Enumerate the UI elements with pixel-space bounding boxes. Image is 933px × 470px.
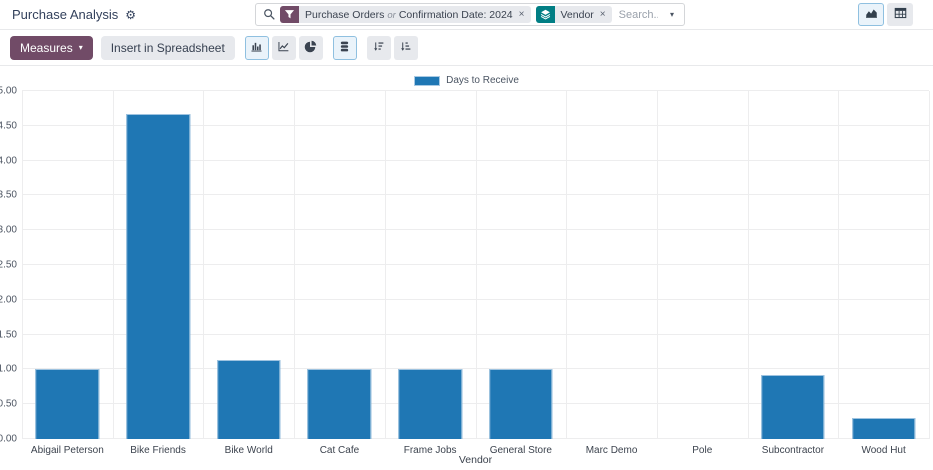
search-input[interactable] [617, 8, 660, 22]
stacked-icon [338, 40, 351, 56]
chart-type-group [245, 36, 323, 60]
view-switcher [858, 3, 913, 26]
y-tick-label: 0.50 [0, 399, 17, 410]
bar-chart-button[interactable] [245, 36, 269, 60]
chart-legend[interactable]: Days to Receive [0, 75, 933, 86]
pivot-view-button[interactable] [887, 3, 913, 26]
sort-descending-icon [372, 40, 385, 56]
control-toolbar: Measures ▾ Insert in Spreadsheet [0, 30, 933, 66]
stacked-group [333, 36, 357, 60]
graph-view-button[interactable] [858, 3, 884, 26]
y-tick-label: 0.00 [0, 434, 17, 445]
v-gridline [385, 91, 386, 439]
insert-in-spreadsheet-button[interactable]: Insert in Spreadsheet [101, 36, 235, 60]
facet-groupby: Vendor × [536, 6, 612, 23]
bar[interactable] [489, 369, 552, 439]
graph-view-icon [864, 6, 879, 23]
facet-filter-joiner: or [384, 10, 398, 21]
filter-icon [280, 6, 299, 23]
chevron-down-icon: ▾ [79, 44, 83, 52]
close-icon[interactable]: × [515, 9, 531, 20]
x-axis-title: Vendor [22, 454, 929, 466]
bar[interactable] [761, 375, 824, 439]
v-gridline [748, 91, 749, 439]
close-icon[interactable]: × [596, 9, 612, 20]
bar[interactable] [308, 369, 371, 439]
y-tick-label: 5.00 [0, 86, 17, 97]
y-tick-label: 3.00 [0, 225, 17, 236]
bar[interactable] [217, 360, 280, 439]
sort-group [367, 36, 418, 60]
pie-chart-button[interactable] [299, 36, 323, 60]
chevron-down-icon[interactable]: ▾ [660, 10, 684, 19]
line-chart-icon [277, 40, 290, 56]
layers-icon [536, 6, 555, 23]
v-gridline [113, 91, 114, 439]
y-tick-label: 1.50 [0, 329, 17, 340]
pie-chart-icon [304, 40, 317, 56]
facet-groupby-label: Vendor [555, 9, 596, 21]
y-tick-label: 4.00 [0, 155, 17, 166]
bar[interactable] [126, 114, 189, 439]
measures-label: Measures [20, 41, 73, 55]
y-tick-label: 2.00 [0, 294, 17, 305]
search-icon [263, 8, 276, 21]
sort-ascending-icon [399, 40, 412, 56]
legend-swatch [414, 76, 440, 86]
bar-chart-icon [250, 40, 263, 56]
v-gridline [929, 91, 930, 439]
y-tick-label: 4.50 [0, 120, 17, 131]
legend-label: Days to Receive [446, 75, 519, 86]
v-gridline [657, 91, 658, 439]
facet-filter-part1: Purchase Orders [305, 9, 384, 21]
facet-filter-label: Purchase OrdersorConfirmation Date: 2024 [299, 9, 515, 21]
page-title: Purchase Analysis [12, 7, 118, 22]
y-tick-label: 2.50 [0, 260, 17, 271]
sort-descending-button[interactable] [367, 36, 391, 60]
stacked-toggle-button[interactable] [333, 36, 357, 60]
line-chart-button[interactable] [272, 36, 296, 60]
bar[interactable] [398, 369, 461, 439]
bar[interactable] [36, 369, 99, 439]
v-gridline [22, 91, 23, 439]
v-gridline [203, 91, 204, 439]
search-bar[interactable]: Purchase OrdersorConfirmation Date: 2024… [255, 3, 685, 26]
facet-filter-part2: Confirmation Date: 2024 [399, 9, 513, 21]
gear-icon[interactable]: ⚙ [125, 9, 136, 21]
bar[interactable] [852, 418, 915, 439]
v-gridline [294, 91, 295, 439]
pivot-view-icon [893, 6, 908, 23]
measures-button[interactable]: Measures ▾ [10, 36, 93, 60]
y-tick-label: 1.00 [0, 364, 17, 375]
sort-ascending-button[interactable] [394, 36, 418, 60]
y-tick-label: 3.50 [0, 190, 17, 201]
top-bar: Purchase Analysis ⚙ Purchase OrdersorCon… [0, 0, 933, 30]
facet-filter: Purchase OrdersorConfirmation Date: 2024… [280, 6, 531, 23]
v-gridline [838, 91, 839, 439]
plot-area: 0.000.501.001.502.002.503.003.504.004.50… [22, 91, 929, 439]
v-gridline [566, 91, 567, 439]
graph-chart: Days to Receive 0.000.501.001.502.002.50… [0, 66, 933, 469]
v-gridline [476, 91, 477, 439]
